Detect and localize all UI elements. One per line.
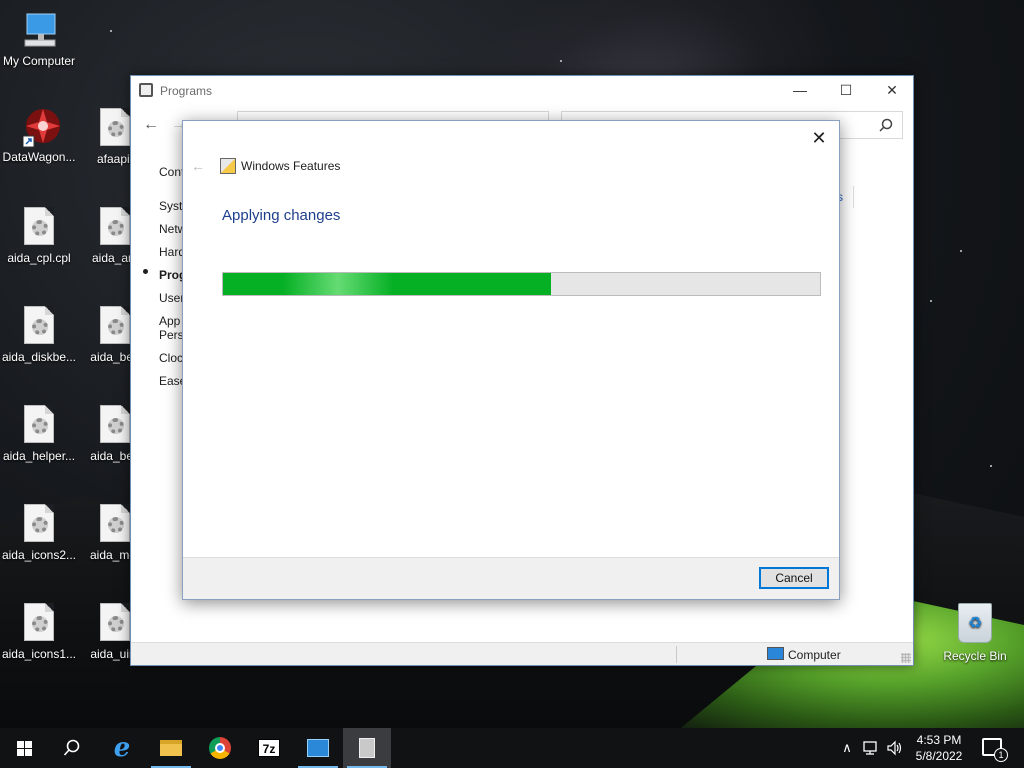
desktop-icon-label: aida_diskbe... [1, 350, 77, 364]
windows-features-dialog: ✕ ← Windows Features Applying changes Ca… [182, 120, 840, 600]
minimize-button[interactable]: — [777, 76, 823, 105]
desktop-icon-label: aida_icons2... [1, 548, 77, 562]
status-divider [676, 646, 677, 663]
desktop-icon-aida-icons2[interactable]: aida_icons2... [1, 504, 77, 562]
wallpaper-star [960, 250, 962, 252]
desktop-icon-label: aida_helper... [2, 449, 76, 463]
dialog-footer: Cancel [183, 557, 839, 599]
show-hidden-icons-chevron-icon[interactable]: ∧ [838, 728, 856, 768]
computer-icon [767, 647, 784, 660]
taskbar-chrome[interactable] [196, 728, 244, 768]
desktop-icon-recycle-bin[interactable]: Recycle Bin [940, 603, 1010, 663]
desktop-icon-label: My Computer [2, 54, 76, 68]
desktop-icon-label: aida_icons1... [1, 647, 77, 661]
recycle-bin-icon [958, 603, 992, 643]
network-icon[interactable] [860, 728, 882, 768]
status-location: Computer [788, 648, 841, 662]
divider [853, 186, 854, 208]
window-title: Programs [160, 84, 213, 98]
wallpaper-star [990, 465, 992, 467]
file-gear-icon [24, 207, 54, 245]
search-icon [63, 739, 80, 756]
taskbar-7zip[interactable]: 7z [245, 728, 293, 768]
desktop-icon-aida-cpl[interactable]: aida_cpl.cpl [1, 207, 77, 265]
control-panel-icon [307, 739, 329, 757]
file-gear-icon [100, 306, 130, 344]
taskbar-control-panel[interactable] [294, 728, 342, 768]
datawagon-icon [22, 106, 60, 148]
close-button[interactable]: ✕ [807, 126, 831, 150]
desktop-icon-label: aida_cpl.cpl [7, 251, 71, 265]
file-gear-icon [100, 603, 130, 641]
desktop-icon-aida-icons1[interactable]: aida_icons1... [1, 603, 77, 661]
wallpaper-star [110, 30, 112, 32]
wallpaper-star [560, 60, 562, 62]
desktop-icon-my-computer[interactable]: My Computer [1, 10, 77, 68]
windows-features-icon [359, 738, 375, 758]
dialog-title: Windows Features [241, 159, 341, 173]
volume-icon[interactable] [884, 728, 906, 768]
file-gear-icon [24, 405, 54, 443]
status-bar: Computer [131, 642, 913, 665]
file-gear-icon [100, 405, 130, 443]
taskbar-windows-features[interactable] [343, 728, 391, 768]
taskbar: e 7z ∧ 4:53 PM 5/8/2022 1 [0, 728, 1024, 768]
search-icon [879, 118, 893, 135]
file-gear-icon [100, 207, 130, 245]
desktop-icon-aida-helper[interactable]: aida_helper... [1, 405, 77, 463]
desktop-icon-datawagon[interactable]: DataWagon... [1, 106, 77, 164]
progress-bar [222, 272, 821, 296]
7zip-icon: 7z [258, 739, 280, 757]
taskbar-internet-explorer[interactable]: e [98, 728, 146, 768]
folder-icon [160, 740, 182, 756]
back-arrow-icon: ← [191, 158, 205, 174]
desktop-icon-aida-diskbe[interactable]: aida_diskbe... [1, 306, 77, 364]
programs-titlebar[interactable]: Programs — ☐ ✕ [131, 76, 913, 105]
taskbar-clock[interactable]: 4:53 PM 5/8/2022 [906, 732, 972, 764]
wallpaper-star [930, 300, 932, 302]
file-gear-icon [24, 603, 54, 641]
clock-date: 5/8/2022 [915, 749, 963, 763]
computer-icon [23, 10, 56, 50]
taskbar-file-explorer[interactable] [147, 728, 195, 768]
status-heading: Applying changes [222, 207, 341, 224]
cancel-button[interactable]: Cancel [759, 567, 829, 589]
control-panel-icon [139, 83, 153, 97]
progress-fill [223, 273, 552, 295]
windows-features-icon [220, 158, 236, 174]
notification-count-badge: 1 [994, 748, 1008, 762]
start-button[interactable] [0, 728, 48, 768]
close-button[interactable]: ✕ [869, 76, 915, 105]
file-gear-icon [24, 504, 54, 542]
chrome-icon [209, 737, 231, 759]
desktop-icon-label: Recycle Bin [943, 649, 1007, 663]
file-gear-icon [100, 504, 130, 542]
back-arrow-icon[interactable]: ← [143, 116, 159, 134]
search-button[interactable] [48, 728, 96, 768]
active-bullet [143, 269, 148, 274]
windows-logo-icon [17, 741, 32, 756]
internet-explorer-icon: e [113, 733, 131, 763]
clock-time: 4:53 PM [916, 733, 962, 747]
resize-grip[interactable] [901, 653, 911, 663]
file-gear-icon [100, 108, 130, 146]
maximize-button[interactable]: ☐ [823, 76, 869, 105]
desktop-icon-label: DataWagon... [2, 150, 76, 164]
file-gear-icon [24, 306, 54, 344]
